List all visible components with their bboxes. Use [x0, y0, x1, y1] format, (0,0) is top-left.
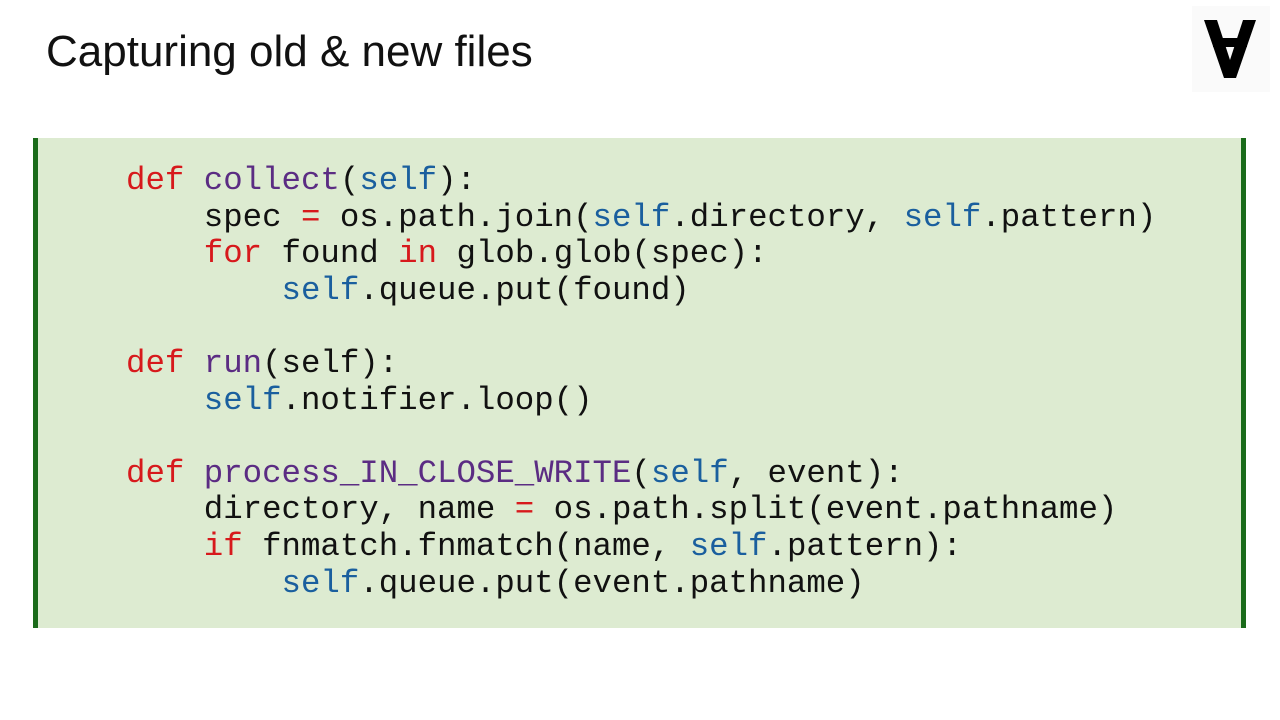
- keyword-token: in: [398, 235, 438, 273]
- code-token: .queue.put(found): [359, 271, 690, 309]
- function-name-token: process_IN_CLOSE_WRITE: [203, 454, 632, 492]
- code-line: self.queue.put(found): [126, 271, 1156, 310]
- code-token: .pattern):: [767, 527, 962, 565]
- operator-token: =: [514, 491, 535, 529]
- self-token: self: [359, 162, 438, 199]
- code-token: fnmatch.fnmatch(name,: [242, 527, 690, 565]
- self-token: self: [281, 271, 360, 309]
- self-token: self: [203, 381, 282, 419]
- keyword-token: for: [203, 235, 263, 273]
- self-token: self: [903, 198, 982, 236]
- code-token: .pattern): [981, 198, 1157, 236]
- code-token: .notifier.loop(): [281, 381, 593, 419]
- code-line: spec = os.path.join(self.directory, self…: [126, 198, 1157, 237]
- code-token: (: [339, 162, 360, 199]
- code-token: os.path.join(: [320, 198, 593, 236]
- function-name-token: collect: [203, 162, 340, 199]
- self-token: self: [281, 564, 360, 602]
- code-token: spec: [126, 198, 301, 236]
- code-line: self.notifier.loop(): [126, 381, 1156, 420]
- keyword-token: def: [126, 454, 185, 492]
- code-token: found: [262, 235, 399, 273]
- self-token: self: [592, 198, 671, 236]
- code-token: ):: [437, 162, 476, 199]
- code-token: glob.glob(spec):: [437, 235, 768, 273]
- code-line: def run(self):: [126, 344, 1156, 383]
- code-token: directory, name: [126, 491, 515, 529]
- code-token: , event):: [728, 454, 904, 492]
- code-block: def collect(self): spec = os.path.join(s…: [126, 162, 1157, 603]
- code-token: (: [631, 454, 651, 492]
- code-line: def collect(self):: [126, 162, 1156, 200]
- code-token: (self):: [262, 344, 399, 382]
- code-line: if fnmatch.fnmatch(name, self.pattern):: [126, 527, 1156, 566]
- for-all-symbol-icon: [1204, 20, 1256, 78]
- self-token: self: [689, 527, 768, 565]
- slide-title: Capturing old & new files: [46, 27, 533, 76]
- logo: [1192, 6, 1270, 92]
- operator-token: =: [300, 198, 321, 236]
- self-token: self: [650, 454, 729, 492]
- code-token: .queue.put(event.pathname): [359, 564, 865, 602]
- code-line: directory, name = os.path.split(event.pa…: [126, 492, 1156, 529]
- code-token: .directory,: [670, 198, 904, 236]
- keyword-token: if: [203, 527, 243, 565]
- function-name-token: run: [203, 344, 263, 382]
- code-line: def process_IN_CLOSE_WRITE(self, event):: [126, 454, 1156, 493]
- code-token: os.path.split(event.pathname): [534, 491, 1118, 529]
- keyword-token: def: [126, 162, 185, 199]
- keyword-token: def: [126, 344, 185, 382]
- code-line: for found in glob.glob(spec):: [126, 235, 1156, 273]
- code-line: self.queue.put(event.pathname): [126, 564, 1156, 603]
